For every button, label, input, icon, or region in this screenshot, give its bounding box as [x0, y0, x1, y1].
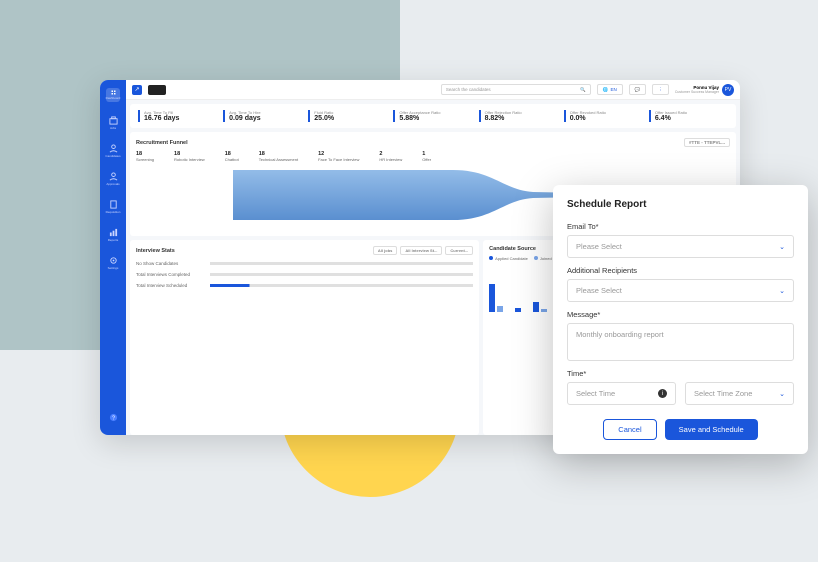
- bar: [210, 262, 473, 265]
- interview-panel: Interview Stats All jobs All Interview S…: [130, 240, 479, 435]
- filter-pill[interactable]: All jobs: [373, 246, 397, 255]
- chevron-down-icon: ⌄: [779, 390, 785, 398]
- sidebar-item-label: Candidates: [105, 154, 120, 158]
- app-logo[interactable]: ↗: [132, 85, 142, 95]
- kpi-card: Fluid Ratio25.0%: [308, 110, 387, 122]
- bar: [210, 273, 473, 276]
- row-label: Total Interview Scheduled: [136, 283, 206, 288]
- topbar: ↗ Search the candidates 🔍 🌐 EN 💬 ⋮ Ponnu …: [126, 80, 740, 100]
- language-button[interactable]: 🌐 EN: [597, 84, 623, 95]
- user-menu[interactable]: Ponnu VijayCustomer Success Manager PV: [675, 84, 734, 96]
- sidebar-item-label: Requisition: [106, 210, 121, 214]
- stage: 18Robotic Interview: [174, 151, 205, 162]
- field-label: Message*: [567, 310, 794, 319]
- time-select[interactable]: Select Time i: [567, 382, 676, 405]
- kpi-card: Offer Issued Ratio6.4%: [649, 110, 728, 122]
- cancel-button[interactable]: Cancel: [603, 419, 656, 440]
- save-schedule-button[interactable]: Save and Schedule: [665, 419, 758, 440]
- kpi-value: 0.0%: [570, 115, 643, 122]
- search-input[interactable]: Search the candidates 🔍: [441, 84, 591, 95]
- info-icon: i: [658, 389, 667, 398]
- brand-badge: [148, 85, 166, 95]
- stage: 2HR Interview: [379, 151, 402, 162]
- kpi-card: Offer Rejection Ratio8.82%: [479, 110, 558, 122]
- stage: 18Chatbot: [225, 151, 239, 162]
- kpi-value: 8.82%: [485, 115, 558, 122]
- sidebar-item-requisition[interactable]: Requisition: [106, 200, 120, 214]
- select-placeholder: Select Time: [576, 389, 615, 398]
- filter-pill[interactable]: Current...: [445, 246, 473, 255]
- language-label: EN: [610, 87, 616, 92]
- kpi-value: 0.09 days: [229, 115, 302, 122]
- select-placeholder: Please Select: [576, 286, 622, 295]
- chat-button[interactable]: 💬: [629, 84, 647, 95]
- sidebar-item-label: Reports: [108, 238, 119, 242]
- search-icon: 🔍: [580, 87, 586, 93]
- sidebar-item-dashboard[interactable]: Dashboard: [106, 88, 120, 102]
- stage: 1Offer: [422, 151, 431, 162]
- stage-label: Face To Face Interview: [318, 157, 359, 162]
- stage-label: Technical Assessment: [259, 157, 298, 162]
- sidebar-item-label: Dashboard: [106, 96, 121, 100]
- kpi-card: Avg. Time To Hire0.09 days: [223, 110, 302, 122]
- legend-label: Applied Candidate: [495, 256, 528, 261]
- funnel-stages: 18Screening 18Robotic Interview 18Chatbo…: [136, 151, 730, 162]
- stage-label: Robotic Interview: [174, 157, 205, 162]
- kpi-value: 25.0%: [314, 115, 387, 122]
- kpi-value: 16.76 days: [144, 115, 217, 122]
- message-textarea[interactable]: Monthly onboarding report: [567, 323, 794, 361]
- select-placeholder: Select Time Zone: [694, 389, 752, 398]
- sidebar-help-icon[interactable]: ?: [106, 413, 120, 427]
- schedule-report-modal: Schedule Report Email To* Please Select ⌄…: [553, 185, 808, 454]
- stage-label: Chatbot: [225, 157, 239, 162]
- search-placeholder: Search the candidates: [446, 87, 491, 92]
- menu-button[interactable]: ⋮: [652, 84, 669, 95]
- field-label: Email To*: [567, 222, 794, 231]
- sidebar-item-settings[interactable]: Settings: [106, 256, 120, 270]
- svg-text:?: ?: [112, 415, 115, 421]
- stage-label: HR Interview: [379, 157, 402, 162]
- kpi-card: Offer Acceptance Ratio5.88%: [393, 110, 472, 122]
- sidebar-item-reports[interactable]: Reports: [106, 228, 120, 242]
- stage: 12Face To Face Interview: [318, 151, 359, 162]
- funnel-filter[interactable]: #TTE - TTEPVL...: [684, 138, 730, 147]
- kpi-card: Offer Revoked Ratio0.0%: [564, 110, 643, 122]
- stage: 18Screening: [136, 151, 154, 162]
- sidebar-item-approvals[interactable]: Approvals: [106, 172, 120, 186]
- timezone-select[interactable]: Select Time Zone ⌄: [685, 382, 794, 405]
- user-role: Customer Success Manager: [675, 90, 719, 94]
- field-label: Additional Recipients: [567, 266, 794, 275]
- sidebar-item-label: Jobs: [110, 126, 116, 130]
- kpi-value: 6.4%: [655, 115, 728, 122]
- select-placeholder: Please Select: [576, 242, 622, 251]
- row-label: Total Interviews Completed: [136, 272, 206, 277]
- kpi-card: Avg. Time To Fill16.76 days: [138, 110, 217, 122]
- avatar: PV: [722, 84, 734, 96]
- chevron-down-icon: ⌄: [779, 243, 785, 251]
- recipients-select[interactable]: Please Select ⌄: [567, 279, 794, 302]
- stage-label: Offer: [422, 157, 431, 162]
- modal-title: Schedule Report: [567, 199, 794, 210]
- kpi-row: Avg. Time To Fill16.76 days Avg. Time To…: [130, 104, 736, 128]
- panel-title: Candidate Source: [489, 246, 536, 252]
- bar: [210, 284, 473, 287]
- sidebar-item-label: Approvals: [106, 182, 119, 186]
- sidebar: Dashboard Jobs Candidates Approvals Requ…: [100, 80, 126, 435]
- sidebar-item-jobs[interactable]: Jobs: [106, 116, 120, 130]
- panel-title: Recruitment Funnel: [136, 140, 188, 146]
- sidebar-item-label: Settings: [108, 266, 119, 270]
- row-label: No Show Candidates: [136, 261, 206, 266]
- chevron-down-icon: ⌄: [779, 287, 785, 295]
- sidebar-item-candidates[interactable]: Candidates: [106, 144, 120, 158]
- stage: 18Technical Assessment: [259, 151, 298, 162]
- field-label: Time*: [567, 369, 794, 378]
- email-select[interactable]: Please Select ⌄: [567, 235, 794, 258]
- panel-title: Interview Stats: [136, 248, 175, 254]
- kpi-value: 5.88%: [399, 115, 472, 122]
- stage-label: Screening: [136, 157, 154, 162]
- filter-pill[interactable]: All Interview St...: [400, 246, 442, 255]
